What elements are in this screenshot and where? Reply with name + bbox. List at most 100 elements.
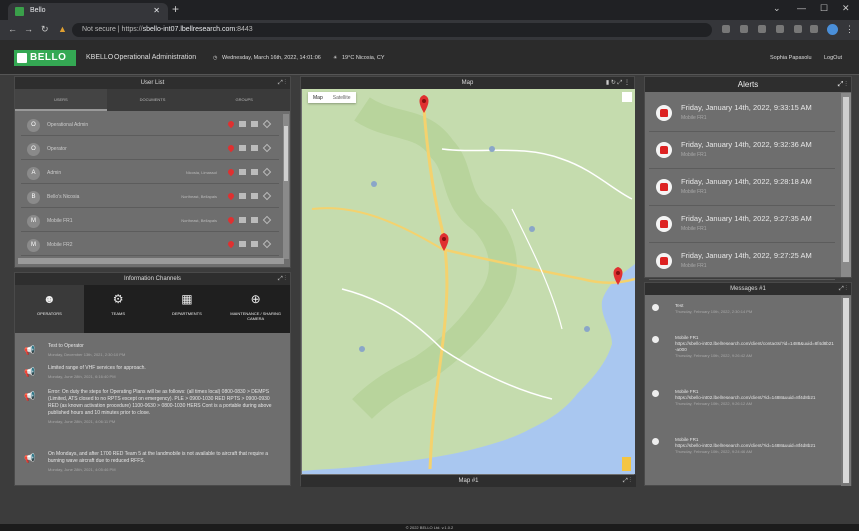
alert-row[interactable]: Friday, January 14th, 2022, 9:33:15 AM Mo… [649,95,835,132]
chat-icon[interactable] [251,193,258,199]
messages-panel: Messages #1 ⤢ ⋮ Test Thursday, February 1… [644,282,852,486]
user-icon [652,438,659,445]
alert-row[interactable]: Friday, January 14th, 2022, 9:32:36 AM Mo… [649,132,835,169]
user-row[interactable]: A Admin Nicosia, Limassol [21,162,279,184]
profile-avatar[interactable] [827,24,838,35]
tab-operators[interactable]: ☻ OPERATORS [15,285,84,333]
poi-marker[interactable] [584,326,590,332]
chevron-down-icon[interactable]: ⌄ [773,3,781,14]
chat-icon[interactable] [251,145,258,151]
expand-icon[interactable]: ⤢ ⋮ [839,283,847,295]
message-sender: Mobile FR1 [675,437,699,442]
scroll-thumb[interactable] [284,126,288,181]
chat-icon[interactable] [251,241,258,247]
scroll-thumb[interactable] [843,298,849,483]
fullscreen-icon[interactable] [622,92,632,102]
browser-tab[interactable]: Bello ✕ [8,3,168,20]
url-field[interactable]: Not secure | https://sbello-int07.lbellr… [72,23,712,37]
map-type-toggle: Map Satellite [308,92,356,103]
translate-icon[interactable] [722,25,730,33]
location-pin-icon[interactable] [226,239,236,249]
share-icon[interactable] [758,25,766,33]
chat-icon[interactable] [251,217,258,223]
poi-marker[interactable] [359,346,365,352]
scroll-thumb[interactable] [843,97,849,262]
message-body[interactable]: https://sbello-int02.lbellresearch.com/c… [675,443,815,448]
camera-icon[interactable] [239,169,246,175]
message-body[interactable]: https://sbello-int02.lbellresearch.com/c… [675,395,815,400]
back-icon[interactable]: ← [8,24,17,34]
diamond-icon[interactable] [262,215,272,225]
location-pin-icon[interactable] [226,215,236,225]
message-body[interactable]: https://sbello-int02.lbellresearch.com/c… [675,341,834,352]
diamond-icon[interactable] [262,143,272,153]
alerts-scrollbar[interactable] [841,93,851,277]
star-icon[interactable] [776,25,784,33]
chat-icon[interactable] [251,169,258,175]
expand-icon[interactable]: ⤢ ⋮ [278,273,286,285]
menu-icon[interactable]: ⋮ [845,24,854,35]
user-row[interactable]: M Mobile FR1 Northeast, Bellapais [21,210,279,232]
reload-icon[interactable]: ↻ [41,24,49,35]
expand-icon[interactable]: ⤢ ⋮ [623,475,631,487]
new-tab-icon[interactable]: + [172,2,179,16]
diamond-icon[interactable] [262,191,272,201]
logout-link[interactable]: LogOut [824,55,842,61]
map-type-satellite[interactable]: Satellite [328,92,356,103]
user-name[interactable]: Sophia Papasolu [770,55,812,61]
user-row[interactable]: M Mobile FR2 [21,234,279,256]
operators-icon: ☻ [43,292,56,306]
tab-groups[interactable]: GROUPS [198,89,290,111]
maximize-icon[interactable]: ☐ [820,3,828,14]
map-controls-icon[interactable]: ▮ ↻ ⤢ ⋮ [606,77,630,89]
zoom-icon[interactable] [740,25,748,33]
alert-row[interactable]: Friday, January 14th, 2022, 9:28:18 AM Mo… [649,169,835,206]
diamond-icon[interactable] [262,119,272,129]
poi-marker[interactable] [529,226,535,232]
tab-maintenance[interactable]: ⊕ MAINTENANCE / SHARING CAMERA [221,285,290,333]
user-list-hscrollbar[interactable] [18,258,284,264]
expand-icon[interactable]: ⤢ ⋮ [838,77,847,92]
chat-icon[interactable] [251,121,258,127]
map-type-map[interactable]: Map [308,92,328,103]
camera-icon[interactable] [239,121,246,127]
user-row[interactable]: B Bello's Nicosia Northeast, Bellapais [21,186,279,208]
alert-row[interactable]: Friday, January 14th, 2022, 9:27:25 AM Mo… [649,243,835,280]
camera-icon[interactable] [239,217,246,223]
extension-icon[interactable] [794,25,802,33]
alert-row[interactable]: Friday, January 14th, 2022, 9:27:35 AM Mo… [649,206,835,243]
user-row[interactable]: O Operational Admin [21,114,279,136]
poi-marker[interactable] [371,181,377,187]
warning-icon[interactable]: ▲ [58,24,67,34]
tab-departments[interactable]: ▦ DEPARTMENTS [153,285,222,333]
bello-favicon-icon [15,7,24,16]
map-graphic [302,89,635,474]
user-row[interactable]: O Operator [21,138,279,160]
location-pin-icon[interactable] [226,167,236,177]
tab-documents[interactable]: DOCUMENTS [107,89,199,111]
close-window-icon[interactable]: ✕ [842,3,850,14]
message-date: Monday, December 13th, 2021, 2:30:10 PM [48,352,126,357]
diamond-icon[interactable] [262,239,272,249]
camera-icon[interactable] [239,145,246,151]
close-tab-icon[interactable]: ✕ [153,6,160,15]
forward-icon[interactable]: → [24,24,33,34]
tab-teams[interactable]: ⚙ TEAMS [84,285,153,333]
user-list-scrollbar[interactable] [283,114,289,259]
poi-marker[interactable] [489,146,495,152]
location-pin-icon[interactable] [226,143,236,153]
expand-icon[interactable]: ⤢ ⋮ [278,77,286,89]
minimize-icon[interactable]: — [797,3,806,13]
tab-users[interactable]: USERS [15,89,107,111]
location-pin-icon[interactable] [226,119,236,129]
diamond-icon[interactable] [262,167,272,177]
messages-scrollbar[interactable] [841,296,851,486]
camera-icon[interactable] [239,241,246,247]
siren-icon [656,179,672,195]
map-header: Map ▮ ↻ ⤢ ⋮ [301,77,634,89]
puzzle-icon[interactable] [810,25,818,33]
map-canvas[interactable]: Map Satellite [302,89,635,474]
pegman-icon[interactable] [622,457,631,471]
location-pin-icon[interactable] [226,191,236,201]
camera-icon[interactable] [239,193,246,199]
